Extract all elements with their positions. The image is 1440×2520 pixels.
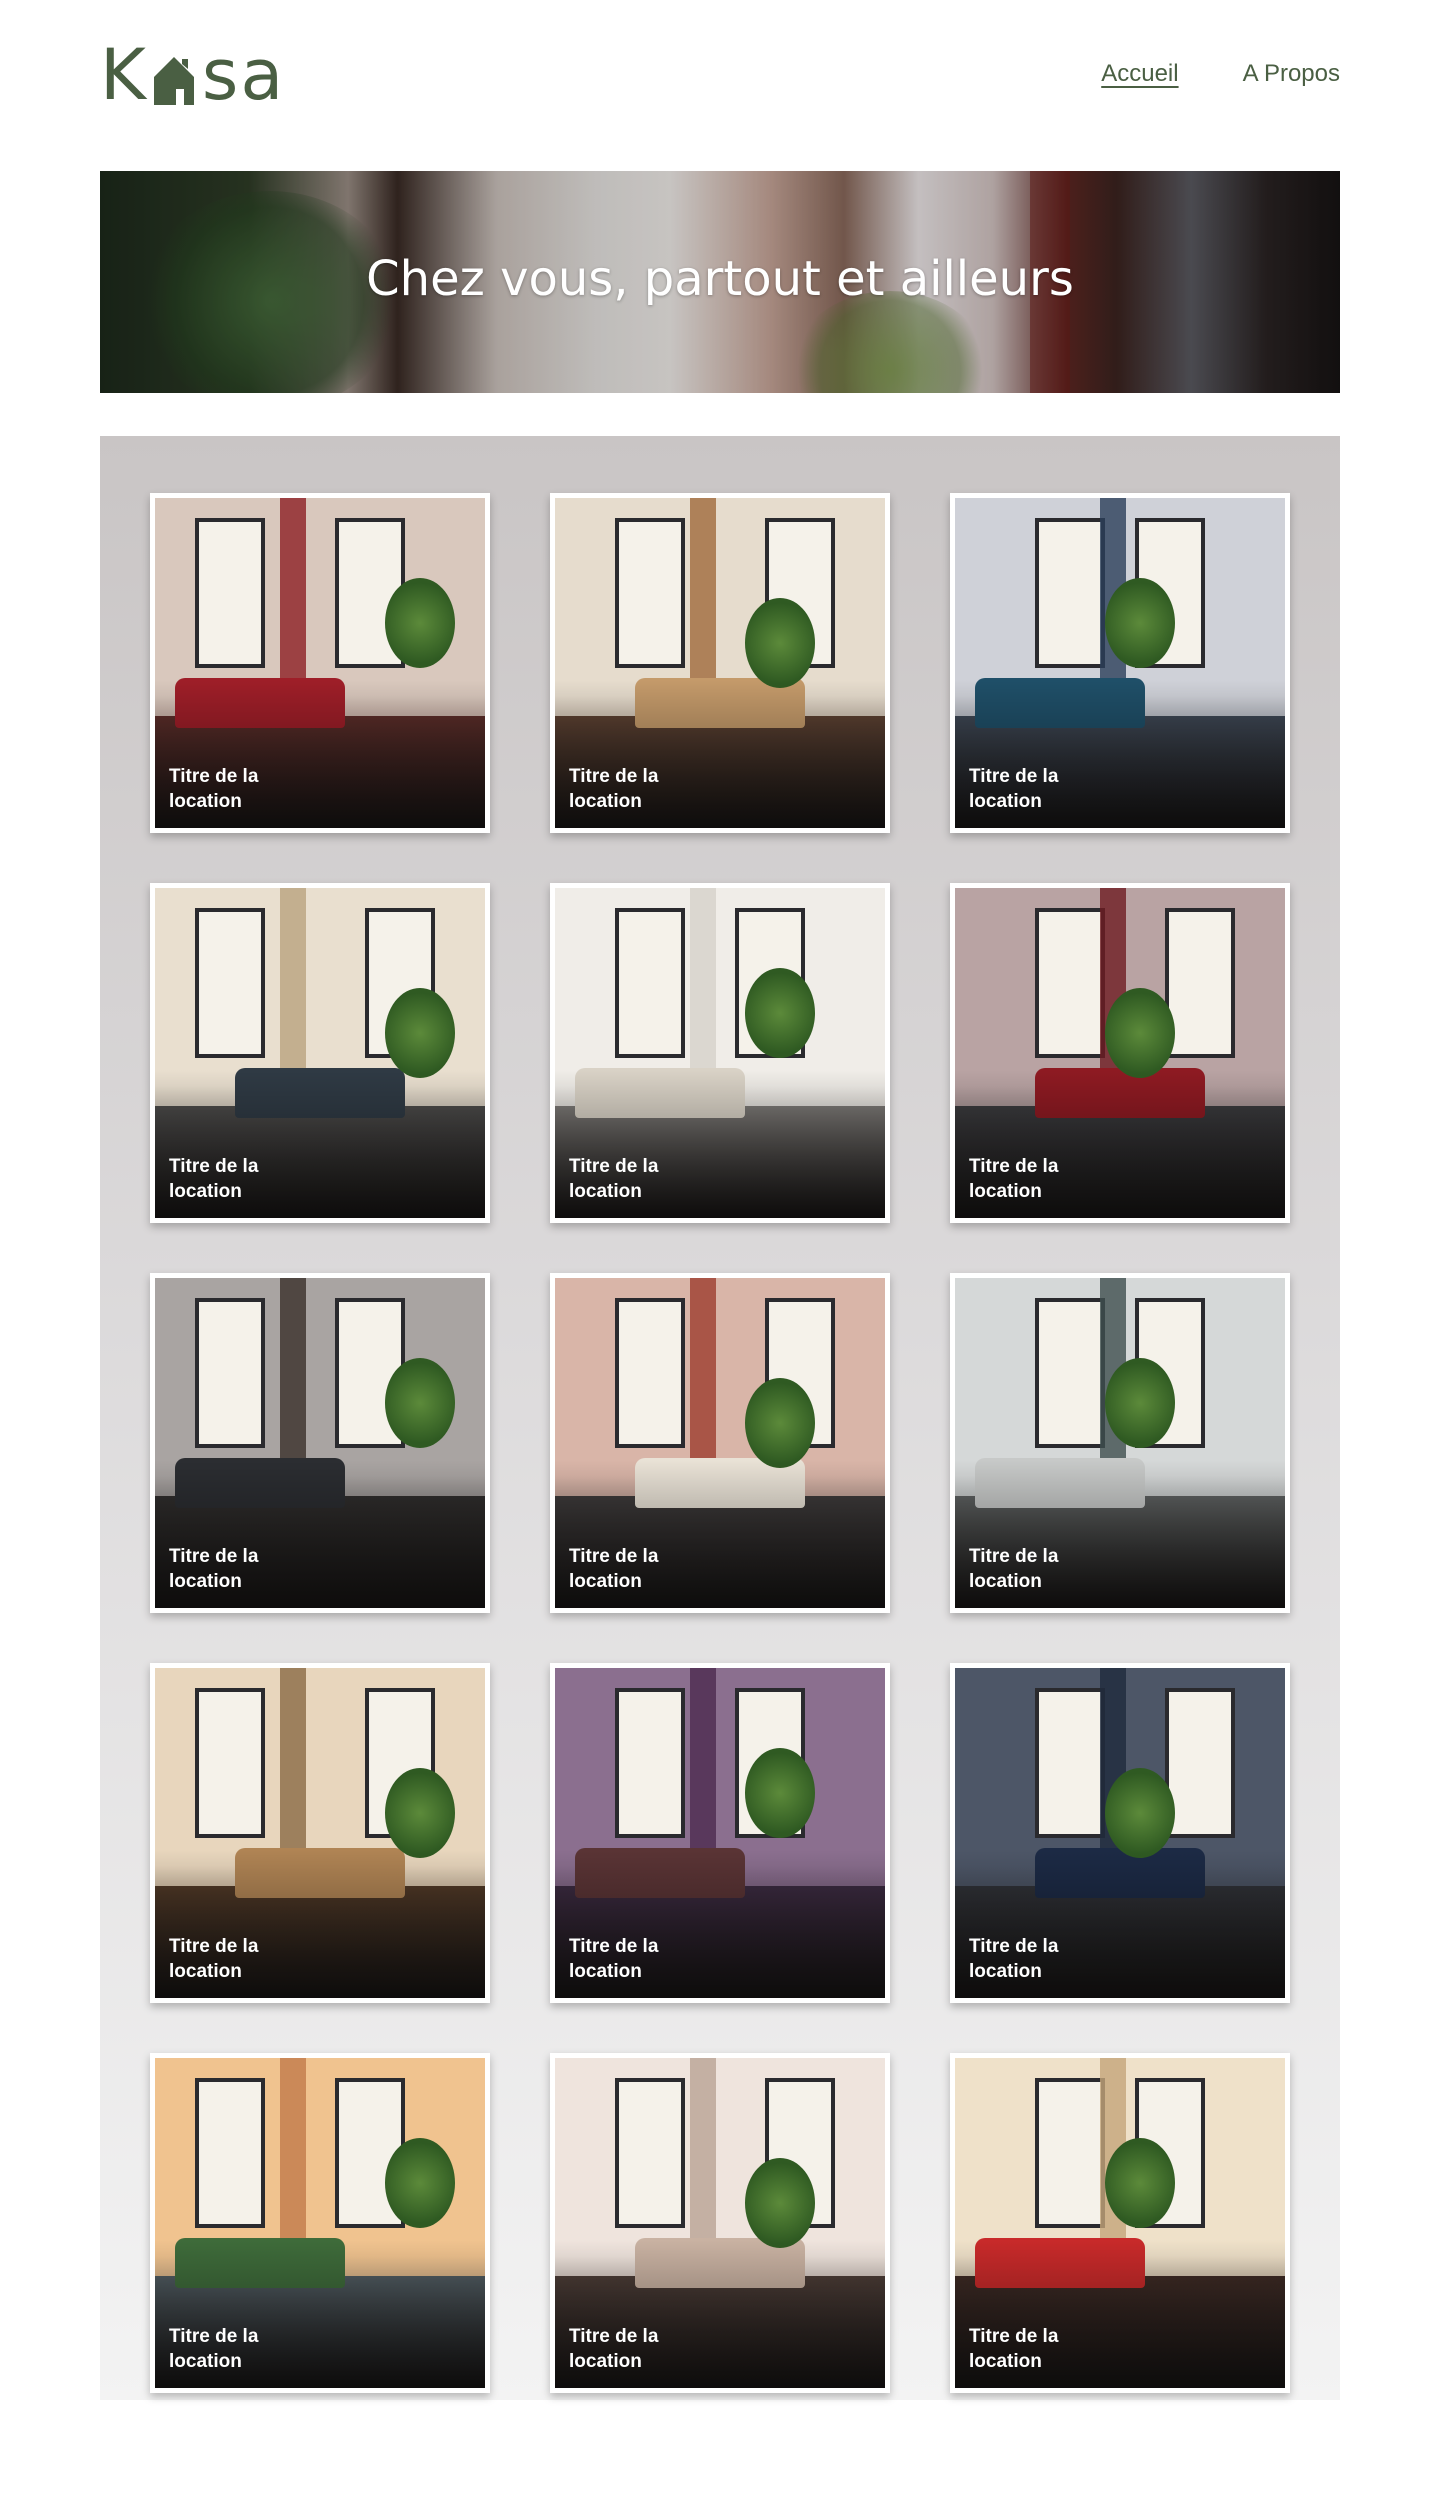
rental-card[interactable]: Titre de la location xyxy=(150,2053,490,2393)
photo-curtain xyxy=(690,2058,716,2268)
photo-curtain xyxy=(690,1668,716,1878)
rental-card-title: Titre de la location xyxy=(569,1156,659,1202)
photo-window xyxy=(615,518,685,668)
photo-plant xyxy=(1105,578,1175,668)
rental-card-title: Titre de la location xyxy=(169,1546,259,1592)
photo-plant xyxy=(1105,2138,1175,2228)
photo-plant xyxy=(1105,1768,1175,1858)
rental-card[interactable]: Titre de la location xyxy=(950,2053,1290,2393)
photo-plant xyxy=(1105,988,1175,1078)
logo-letters-sa: sa xyxy=(201,34,286,116)
photo-window xyxy=(195,1688,265,1838)
house-icon xyxy=(153,57,194,105)
rental-card[interactable]: Titre de la location xyxy=(950,1663,1290,2003)
rental-card[interactable]: Titre de la location xyxy=(150,1273,490,1613)
rental-card[interactable]: Titre de la location xyxy=(150,883,490,1223)
rental-card-title: Titre de la location xyxy=(969,2326,1059,2372)
photo-window xyxy=(1035,1298,1105,1448)
photo-plant xyxy=(385,578,455,668)
photo-curtain xyxy=(690,498,716,708)
nav-link-home[interactable]: Accueil xyxy=(1101,60,1178,88)
photo-plant xyxy=(385,1358,455,1448)
rental-card[interactable]: Titre de la location xyxy=(950,883,1290,1223)
photo-window xyxy=(195,1298,265,1448)
photo-curtain xyxy=(280,498,306,708)
rental-card-title: Titre de la location xyxy=(169,766,259,812)
rental-card[interactable]: Titre de la location xyxy=(950,1273,1290,1613)
rental-card[interactable]: Titre de la location xyxy=(550,883,890,1223)
photo-window xyxy=(195,2078,265,2228)
photo-curtain xyxy=(280,1278,306,1488)
photo-plant xyxy=(745,2158,815,2248)
rental-card-title: Titre de la location xyxy=(169,2326,259,2372)
nav-link-about[interactable]: A Propos xyxy=(1243,60,1340,88)
photo-plant xyxy=(745,1748,815,1838)
photo-plant xyxy=(745,598,815,688)
rentals-gallery: Titre de la location Titre de la location… xyxy=(100,436,1340,2400)
photo-curtain xyxy=(280,2058,306,2268)
photo-window xyxy=(1165,908,1235,1058)
rental-card-title: Titre de la location xyxy=(969,1936,1059,1982)
logo-letter-k: K xyxy=(100,34,148,116)
rental-card-title: Titre de la location xyxy=(169,1156,259,1202)
photo-window xyxy=(615,1688,685,1838)
rental-card[interactable]: Titre de la location xyxy=(550,1663,890,2003)
rental-card-title: Titre de la location xyxy=(969,766,1059,812)
rental-card[interactable]: Titre de la location xyxy=(550,2053,890,2393)
photo-plant xyxy=(385,1768,455,1858)
photo-window xyxy=(615,1298,685,1448)
photo-window xyxy=(1035,518,1105,668)
rental-card-title: Titre de la location xyxy=(969,1156,1059,1202)
photo-window xyxy=(1035,2078,1105,2228)
banner-title: Chez vous, partout et ailleurs xyxy=(366,251,1074,307)
photo-window xyxy=(195,908,265,1058)
photo-plant xyxy=(1105,1358,1175,1448)
photo-plant xyxy=(385,2138,455,2228)
rental-card[interactable]: Titre de la location xyxy=(150,493,490,833)
rental-card-title: Titre de la location xyxy=(569,1936,659,1982)
photo-curtain xyxy=(690,888,716,1098)
photo-window xyxy=(615,2078,685,2228)
logo[interactable]: K sa xyxy=(100,38,285,112)
photo-plant xyxy=(745,968,815,1058)
rental-card-title: Titre de la location xyxy=(569,2326,659,2372)
rental-card[interactable]: Titre de la location xyxy=(550,493,890,833)
hero-banner: Chez vous, partout et ailleurs xyxy=(100,171,1340,393)
main-nav: Accueil A Propos xyxy=(1101,60,1340,88)
photo-window xyxy=(1035,908,1105,1058)
rental-card[interactable]: Titre de la location xyxy=(950,493,1290,833)
photo-window xyxy=(195,518,265,668)
photo-window xyxy=(1165,1688,1235,1838)
header: K sa Accueil A Propos xyxy=(100,38,1340,112)
photo-curtain xyxy=(690,1278,716,1488)
photo-window xyxy=(1035,1688,1105,1838)
photo-curtain xyxy=(280,888,306,1098)
rental-card[interactable]: Titre de la location xyxy=(150,1663,490,2003)
rental-card-title: Titre de la location xyxy=(969,1546,1059,1592)
rental-card[interactable]: Titre de la location xyxy=(550,1273,890,1613)
logo-text: K sa xyxy=(100,40,285,110)
rental-card-title: Titre de la location xyxy=(169,1936,259,1982)
photo-plant xyxy=(385,988,455,1078)
rental-card-title: Titre de la location xyxy=(569,1546,659,1592)
photo-curtain xyxy=(280,1668,306,1878)
photo-window xyxy=(615,908,685,1058)
rental-card-title: Titre de la location xyxy=(569,766,659,812)
photo-plant xyxy=(745,1378,815,1468)
